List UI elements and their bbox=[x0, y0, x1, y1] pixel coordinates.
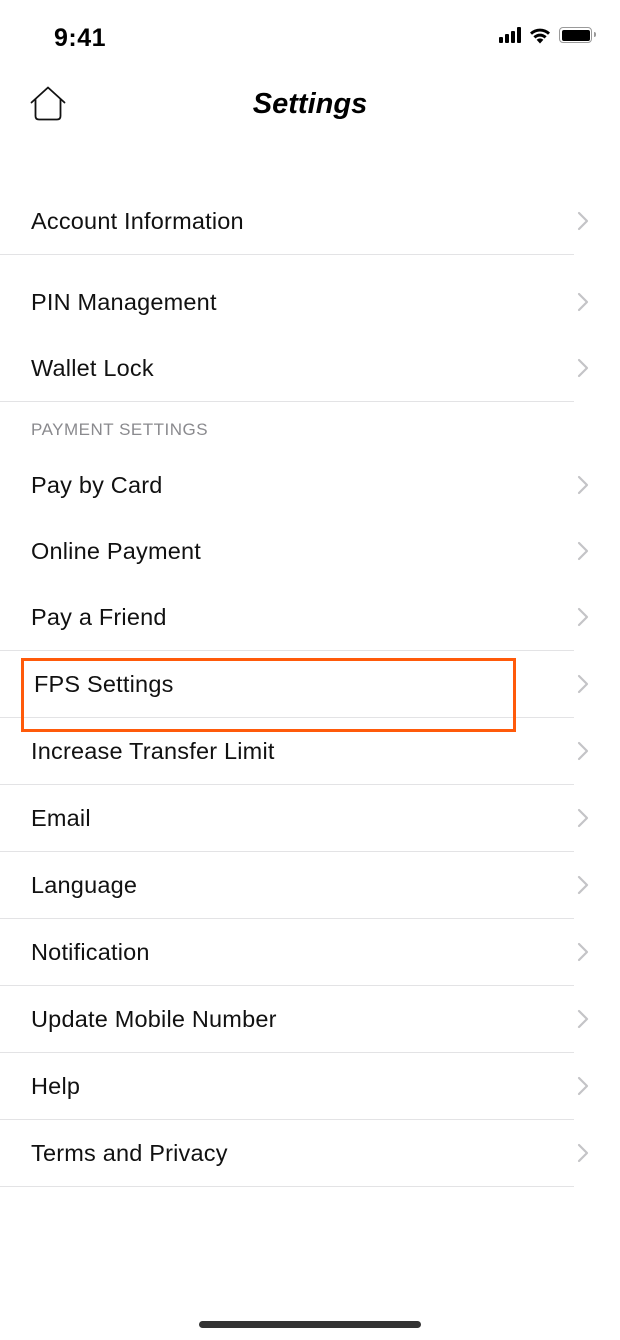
status-bar: 9:41 bbox=[0, 0, 620, 70]
divider bbox=[0, 1186, 574, 1187]
settings-item-pay-a-friend[interactable]: Pay a Friend bbox=[0, 584, 620, 650]
chevron-right-icon bbox=[577, 211, 589, 231]
settings-item-label: Email bbox=[31, 804, 91, 831]
cellular-signal-icon bbox=[499, 27, 521, 43]
settings-item-increase-transfer-limit[interactable]: Increase Transfer Limit bbox=[0, 718, 620, 784]
settings-item-label: Pay a Friend bbox=[31, 603, 167, 630]
settings-item-pin-management[interactable]: PIN Management bbox=[0, 269, 620, 335]
settings-item-pay-by-card[interactable]: Pay by Card bbox=[0, 452, 620, 518]
chevron-right-icon bbox=[577, 292, 589, 312]
settings-item-label: Notification bbox=[31, 938, 150, 965]
chevron-right-icon bbox=[577, 1009, 589, 1029]
settings-item-label: Online Payment bbox=[31, 537, 201, 564]
status-time: 9:41 bbox=[54, 24, 107, 52]
settings-list: Account Information PIN Management Walle… bbox=[0, 188, 620, 1187]
battery-icon bbox=[559, 27, 596, 43]
chevron-right-icon bbox=[577, 1076, 589, 1096]
settings-item-label: Update Mobile Number bbox=[31, 1005, 277, 1032]
settings-item-update-mobile-number[interactable]: Update Mobile Number bbox=[0, 986, 620, 1052]
settings-item-help[interactable]: Help bbox=[0, 1053, 620, 1119]
section-header-label: PAYMENT SETTINGS bbox=[31, 420, 209, 439]
settings-item-label: Terms and Privacy bbox=[31, 1139, 228, 1166]
page-title: Settings bbox=[252, 88, 368, 120]
settings-item-label: Language bbox=[31, 871, 138, 898]
settings-item-terms-and-privacy[interactable]: Terms and Privacy bbox=[0, 1120, 620, 1186]
home-indicator[interactable] bbox=[199, 1321, 421, 1328]
wifi-icon bbox=[530, 28, 550, 44]
section-header-payment-settings: PAYMENT SETTINGS bbox=[0, 402, 620, 452]
chevron-right-icon bbox=[577, 808, 589, 828]
settings-item-label: Account Information bbox=[31, 207, 244, 234]
chevron-right-icon bbox=[577, 607, 589, 627]
settings-item-label: Wallet Lock bbox=[31, 354, 154, 381]
settings-item-account-information[interactable]: Account Information bbox=[0, 188, 620, 254]
chevron-right-icon bbox=[577, 1143, 589, 1163]
settings-item-label: PIN Management bbox=[31, 288, 217, 315]
nav-bar: Settings bbox=[0, 72, 620, 136]
chevron-right-icon bbox=[577, 541, 589, 561]
chevron-right-icon bbox=[577, 942, 589, 962]
settings-item-notification[interactable]: Notification bbox=[0, 919, 620, 985]
status-icons bbox=[499, 26, 596, 44]
chevron-right-icon bbox=[577, 875, 589, 895]
chevron-right-icon bbox=[577, 475, 589, 495]
settings-item-email[interactable]: Email bbox=[0, 785, 620, 851]
settings-item-label: FPS Settings bbox=[34, 670, 174, 697]
settings-item-online-payment[interactable]: Online Payment bbox=[0, 518, 620, 584]
settings-item-label: Pay by Card bbox=[31, 471, 163, 498]
settings-item-fps-settings[interactable]: FPS Settings bbox=[0, 651, 620, 717]
settings-item-wallet-lock[interactable]: Wallet Lock bbox=[0, 335, 620, 401]
settings-item-language[interactable]: Language bbox=[0, 852, 620, 918]
settings-item-label: Help bbox=[31, 1072, 81, 1099]
chevron-right-icon bbox=[577, 741, 589, 761]
settings-item-label: Increase Transfer Limit bbox=[31, 737, 275, 764]
chevron-right-icon bbox=[577, 358, 589, 378]
chevron-right-icon bbox=[577, 674, 589, 694]
